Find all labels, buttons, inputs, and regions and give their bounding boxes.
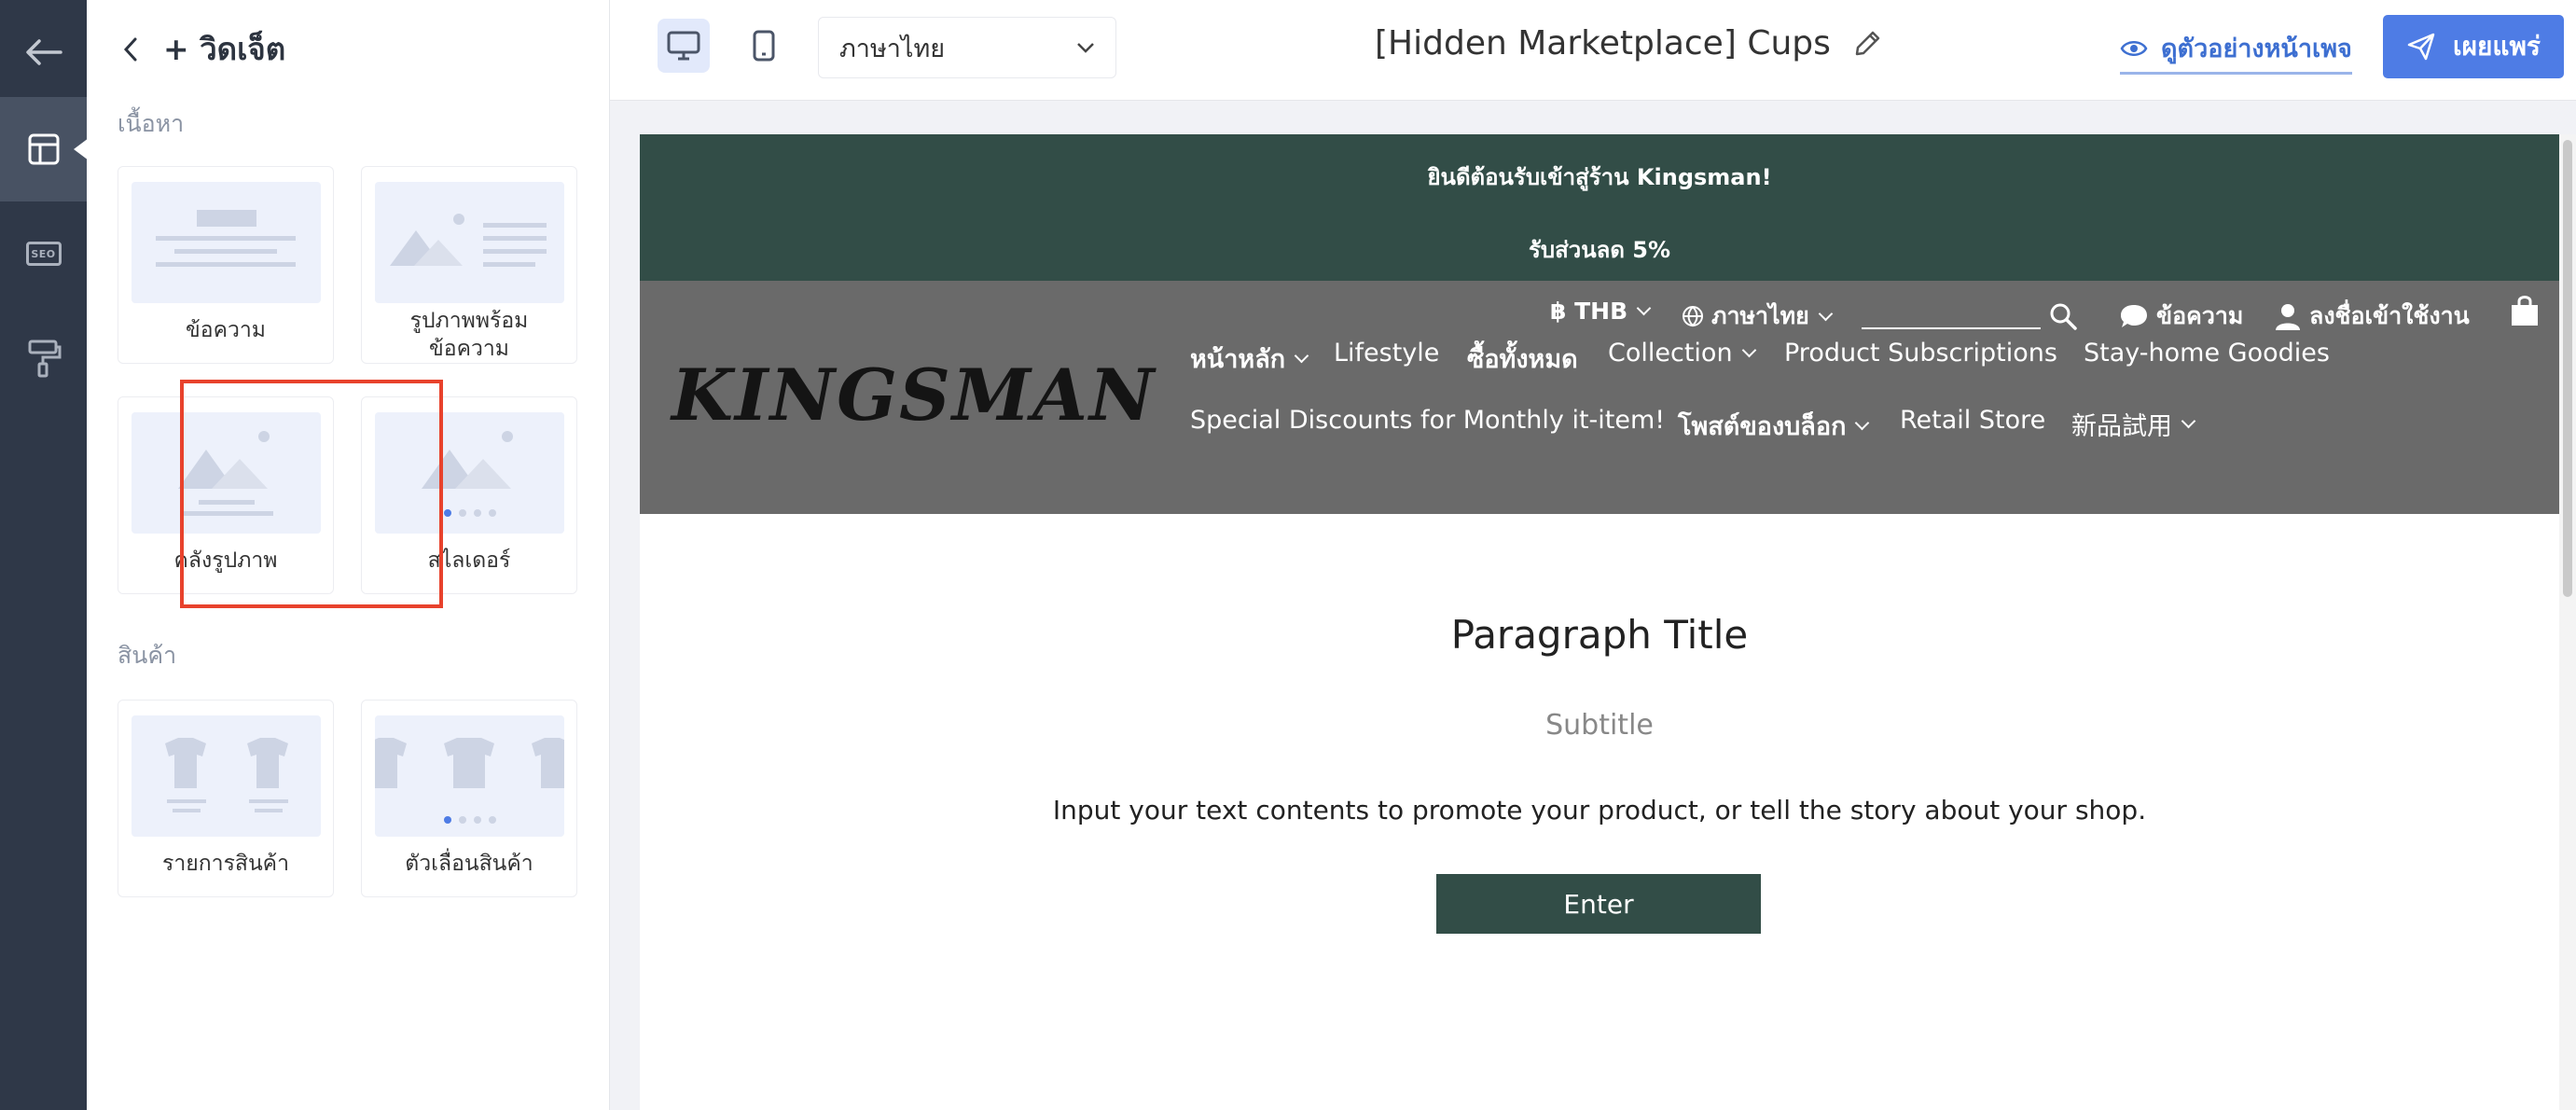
chevron-down-icon: [1077, 43, 1094, 53]
nav-label: 新品試用: [2071, 412, 2172, 441]
chevron-down-icon: [1294, 348, 1309, 364]
paint-roller-icon: [28, 340, 61, 378]
product-list-thumbnail: [132, 715, 321, 837]
nav-lifestyle[interactable]: Lifestyle: [1334, 339, 1439, 368]
nav-stay-home[interactable]: Stay-home Goodies: [2084, 339, 2330, 368]
chevron-down-icon: [1636, 300, 1652, 316]
chat-icon: [2121, 305, 2147, 327]
top-toolbar: ภาษาไทย [Hidden Marketplace] Cups ดูตัวอ…: [610, 0, 2576, 101]
nav-label: Product Subscriptions: [1784, 339, 2057, 368]
pencil-icon[interactable]: [1851, 28, 1883, 60]
announcement-bar[interactable]: ยินดีต้อนรับเข้าสู่ร้าน Kingsman! รับส่ว…: [640, 134, 2559, 281]
store-language-value: ภาษาไทย: [1711, 302, 1809, 329]
enter-button[interactable]: Enter: [1436, 874, 1761, 934]
layout-tab[interactable]: [0, 97, 89, 201]
left-rail: SEO: [0, 0, 89, 1110]
panel-header: + วิดเจ็ต: [122, 24, 285, 74]
widget-product-list[interactable]: รายการสินค้า: [118, 700, 334, 897]
eye-icon: [2120, 40, 2148, 56]
widget-panel: + วิดเจ็ต เนื้อหา ข้อความ รูปภาพพร้อม ข้…: [87, 0, 610, 1110]
paragraph-title[interactable]: Paragraph Title: [640, 612, 2559, 658]
currency-select[interactable]: ฿ THB: [1550, 298, 1652, 325]
nav-subscriptions[interactable]: Product Subscriptions: [1784, 339, 2057, 368]
chevron-down-icon: [1818, 306, 1834, 321]
preview-label: ดูตัวอย่างหน้าเพจ: [2161, 35, 2352, 63]
content-section-label: เนื้อหา: [118, 110, 185, 137]
nav-special[interactable]: Special Discounts for Monthly it-item!: [1190, 406, 1665, 435]
label-line: รูปภาพพร้อม: [409, 309, 529, 333]
language-select[interactable]: ภาษาไทย: [818, 17, 1116, 78]
layout-icon: [28, 133, 59, 165]
widget-product-slider[interactable]: ตัวเลื่อนสินค้า: [361, 700, 577, 897]
widget-label: รายการสินค้า: [161, 852, 289, 876]
mobile-icon: [753, 30, 775, 62]
store-logo[interactable]: KINGSMAN: [672, 354, 1156, 437]
message-label: ข้อความ: [2156, 302, 2244, 329]
products-section-label: สินค้า: [118, 642, 177, 669]
store-header[interactable]: KINGSMAN ฿ THB ภาษาไทย ข้อความ ลงชื่อเข้…: [640, 281, 2559, 514]
paragraph-body[interactable]: Input your text contents to promote your…: [640, 795, 2559, 826]
store-language-select[interactable]: ภาษาไทย: [1682, 298, 1834, 335]
announcement-welcome: ยินดีต้อนรับเข้าสู่ร้าน Kingsman!: [1427, 164, 1772, 190]
nav-label: Lifestyle: [1334, 339, 1440, 368]
nav-label: Special Discounts for Monthly it-item!: [1190, 406, 1666, 435]
widget-label: ตัวเลื่อนสินค้า: [405, 852, 533, 876]
nav-new[interactable]: 新品試用: [2071, 406, 2196, 442]
nav-blog[interactable]: โพสต์ของบล็อก: [1678, 406, 1870, 446]
currency-value: ฿ THB: [1550, 298, 1628, 325]
desktop-icon: [667, 31, 700, 61]
mobile-view-button[interactable]: [738, 19, 790, 73]
publish-button[interactable]: เผยแพร่: [2383, 15, 2564, 78]
announcement-discount: รับส่วนลด 5%: [1528, 237, 1671, 263]
store-search-input[interactable]: [1862, 327, 2041, 329]
widget-image-with-text[interactable]: รูปภาพพร้อม ข้อความ: [361, 166, 577, 364]
desktop-view-button[interactable]: [658, 19, 710, 73]
paragraph-subtitle[interactable]: Subtitle: [640, 709, 2559, 742]
nav-all[interactable]: ซื้อทั้งหมด: [1467, 339, 1578, 379]
nav-retail[interactable]: Retail Store: [1900, 406, 2045, 435]
search-icon[interactable]: [2048, 301, 2078, 331]
design-tab[interactable]: [0, 306, 87, 410]
widget-text[interactable]: ข้อความ: [118, 166, 334, 364]
seo-tab[interactable]: SEO: [0, 201, 87, 306]
send-icon: [2407, 33, 2435, 61]
nav-label: หน้าหลัก: [1190, 345, 1286, 374]
product-slider-thumbnail: [375, 715, 564, 837]
text-thumbnail: [132, 182, 321, 303]
globe-icon: [1683, 306, 1703, 327]
user-icon: [2276, 304, 2300, 330]
nav-home[interactable]: หน้าหลัก: [1190, 339, 1309, 379]
widget-label: รูปภาพพร้อม ข้อความ: [362, 307, 576, 363]
preview-page-link[interactable]: ดูตัวอย่างหน้าเพจ: [2120, 28, 2352, 75]
gallery-highlight: [180, 380, 443, 608]
canvas-scrollbar[interactable]: [2559, 134, 2576, 1110]
panel-title[interactable]: + วิดเจ็ต: [163, 24, 285, 74]
arrow-left-icon: [25, 39, 62, 65]
page-canvas: ยินดีต้อนรับเข้าสู่ร้าน Kingsman! รับส่ว…: [640, 134, 2559, 1110]
back-button[interactable]: [0, 0, 87, 104]
language-value: ภาษาไทย: [839, 34, 946, 63]
login-label: ลงชื่อเข้าใช้งาน: [2309, 302, 2470, 329]
chevron-down-icon: [1741, 342, 1756, 358]
message-link[interactable]: ข้อความ: [2119, 298, 2243, 335]
nav-label: Retail Store: [1900, 406, 2046, 435]
nav-label: โพสต์ของบล็อก: [1678, 412, 1847, 441]
page-title-text: [Hidden Marketplace] Cups: [1375, 24, 1831, 62]
scrollbar-thumb[interactable]: [2563, 140, 2572, 597]
label-line: ข้อความ: [429, 337, 509, 361]
publish-label: เผยแพร่: [2453, 31, 2541, 62]
chevron-left-icon[interactable]: [122, 36, 139, 62]
nav-label: Collection: [1608, 339, 1733, 368]
widget-label: ข้อความ: [186, 318, 266, 342]
shopping-bag-icon[interactable]: [2509, 294, 2541, 327]
image-text-thumbnail: [375, 182, 564, 303]
nav-collection[interactable]: Collection: [1608, 339, 1756, 368]
chevron-down-icon: [2181, 413, 2196, 429]
nav-label: ซื้อทั้งหมด: [1467, 345, 1578, 374]
seo-icon: SEO: [25, 242, 62, 266]
chevron-down-icon: [1855, 415, 1870, 431]
page-title: [Hidden Marketplace] Cups: [1375, 24, 1883, 62]
login-link[interactable]: ลงชื่อเข้าใช้งาน: [2274, 298, 2470, 335]
nav-label: Stay-home Goodies: [2084, 339, 2330, 368]
